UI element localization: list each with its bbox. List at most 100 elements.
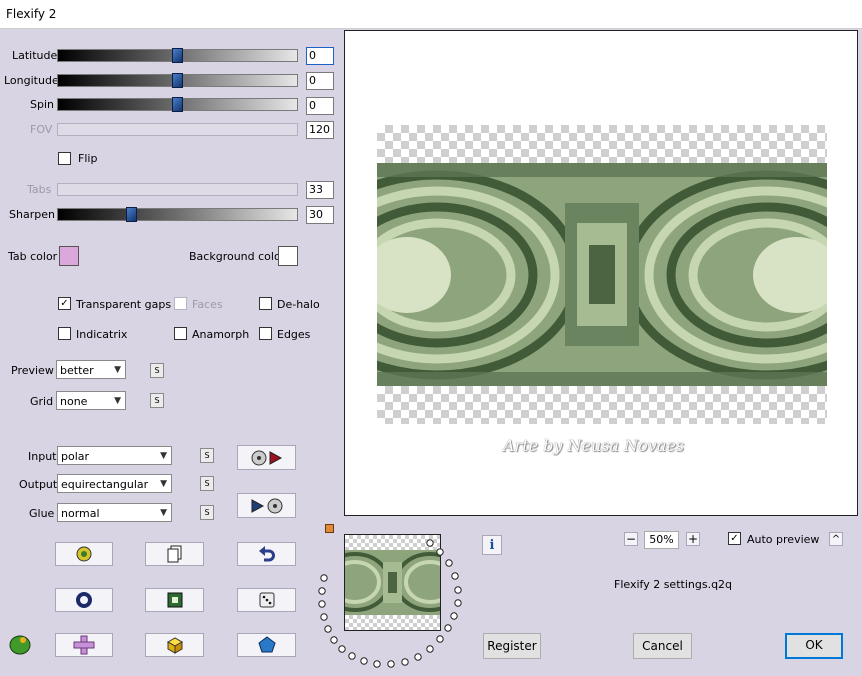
input-s-button[interactable]: S: [200, 448, 214, 463]
latitude-slider[interactable]: [57, 48, 298, 63]
output-s-button[interactable]: S: [200, 476, 214, 491]
anamorph-label: Anamorph: [192, 328, 250, 341]
sharpen-slider[interactable]: [57, 207, 298, 222]
ok-button[interactable]: OK: [785, 633, 843, 659]
edges-checkbox[interactable]: [259, 327, 272, 340]
de-halo-checkbox[interactable]: [259, 297, 272, 310]
latitude-slider-thumb[interactable]: [172, 48, 183, 63]
preset-dial[interactable]: [314, 538, 474, 668]
chevron-down-icon: ▼: [114, 396, 121, 406]
longitude-label: Longitude: [4, 74, 59, 87]
fov-label: FOV: [30, 123, 53, 136]
title-bar: Flexify 2: [0, 0, 862, 29]
zoom-out-button[interactable]: −: [624, 532, 638, 546]
cube-button[interactable]: [145, 633, 204, 657]
input-select-value: polar: [61, 450, 90, 463]
flexify-dialog: Flexify 2 Latitude 0 Longitude 0 Spin 0 …: [0, 0, 862, 676]
faces-checkbox: [174, 297, 187, 310]
glue-s-button[interactable]: S: [200, 505, 214, 520]
window-title: Flexify 2: [6, 7, 57, 21]
register-button[interactable]: Register: [483, 633, 541, 659]
cube-icon: [166, 637, 183, 654]
zoom-in-button[interactable]: +: [686, 532, 700, 546]
play-to-disc-icon: [251, 498, 282, 513]
input-select[interactable]: polar ▼: [57, 446, 172, 465]
output-label: Output: [19, 478, 58, 491]
glue-select[interactable]: normal ▼: [57, 503, 172, 522]
grid-s-button[interactable]: S: [150, 393, 164, 408]
cancel-button[interactable]: Cancel: [633, 633, 692, 659]
tabs-input[interactable]: 33: [306, 181, 334, 199]
flip-label: Flip: [78, 152, 98, 165]
sharpen-label: Sharpen: [9, 208, 55, 221]
fov-input[interactable]: 120: [306, 121, 334, 139]
transparent-gaps-checkbox[interactable]: ✓: [58, 297, 71, 310]
cross-icon: [73, 635, 95, 655]
background-color-swatch[interactable]: [278, 246, 298, 266]
fov-slider: [57, 123, 298, 136]
output-select-value: equirectangular: [61, 478, 149, 491]
grid-select[interactable]: none ▼: [56, 391, 126, 410]
spin-slider-thumb[interactable]: [172, 97, 183, 112]
output-select[interactable]: equirectangular ▼: [57, 474, 172, 493]
auto-preview-label: Auto preview: [747, 533, 820, 546]
tab-color-swatch[interactable]: [59, 246, 79, 266]
chevron-down-icon: ▼: [114, 365, 121, 375]
zoom-level: 50%: [644, 531, 679, 549]
preview-select[interactable]: better ▼: [56, 360, 126, 379]
grid-select-value: none: [60, 395, 88, 408]
longitude-slider[interactable]: [57, 73, 298, 88]
sharpen-input[interactable]: 30: [306, 206, 334, 224]
chevron-down-icon: ▼: [160, 508, 167, 518]
ring-button[interactable]: [55, 588, 113, 612]
tabs-label: Tabs: [27, 183, 52, 196]
edges-label: Edges: [277, 328, 311, 341]
undo-button[interactable]: [237, 542, 296, 566]
undo-icon: [258, 546, 275, 562]
glue-label: Glue: [29, 507, 55, 520]
preview-s-button[interactable]: S: [150, 363, 164, 378]
copy-button[interactable]: [145, 542, 204, 566]
orange-handle[interactable]: [325, 524, 334, 533]
preview-select-value: better: [60, 364, 94, 377]
spin-slider[interactable]: [57, 97, 298, 112]
anamorph-checkbox[interactable]: [174, 327, 187, 340]
polyhedron-button[interactable]: [237, 633, 296, 657]
watermark: Arte by Neusa Novaes: [503, 436, 685, 455]
spin-label: Spin: [30, 98, 54, 111]
gear-frog-icon: [76, 546, 92, 562]
sharpen-slider-thumb[interactable]: [126, 207, 137, 222]
minus-icon: −: [625, 532, 637, 546]
indicatrix-checkbox[interactable]: [58, 327, 71, 340]
frame-button[interactable]: [145, 588, 204, 612]
pentagon-icon: [257, 636, 276, 653]
flip-checkbox[interactable]: [58, 152, 71, 165]
load-input-button[interactable]: [237, 445, 296, 470]
randomize-button[interactable]: [55, 542, 113, 566]
preview-transparent-top: [377, 125, 827, 163]
info-icon: i: [489, 537, 495, 553]
load-output-button[interactable]: [237, 493, 296, 518]
info-button[interactable]: i: [482, 535, 502, 555]
longitude-input[interactable]: 0: [306, 72, 334, 90]
preview-label: Preview: [11, 364, 54, 377]
main-preview[interactable]: Arte by Neusa Novaes: [344, 30, 858, 516]
frog-logo-icon: [8, 633, 32, 658]
spin-input[interactable]: 0: [306, 97, 334, 115]
faces-label: Faces: [192, 298, 223, 311]
auto-preview-checkbox[interactable]: ✓: [728, 532, 741, 545]
settings-filename: Flexify 2 settings.q2q: [614, 578, 733, 591]
chevron-down-icon: ▼: [160, 451, 167, 461]
latitude-input[interactable]: 0: [306, 47, 334, 65]
tab-color-label: Tab color: [8, 250, 58, 263]
ring-icon: [76, 592, 92, 608]
transparent-gaps-label: Transparent gaps: [76, 298, 172, 311]
frame-icon: [167, 592, 182, 608]
preview-image: [377, 163, 827, 386]
chevron-up-icon: ^: [831, 533, 841, 545]
random-dice-button[interactable]: [237, 588, 296, 612]
chevron-down-icon: ▼: [160, 479, 167, 489]
cross-button[interactable]: [55, 633, 113, 657]
longitude-slider-thumb[interactable]: [172, 73, 183, 88]
collapse-button[interactable]: ^: [829, 532, 843, 546]
